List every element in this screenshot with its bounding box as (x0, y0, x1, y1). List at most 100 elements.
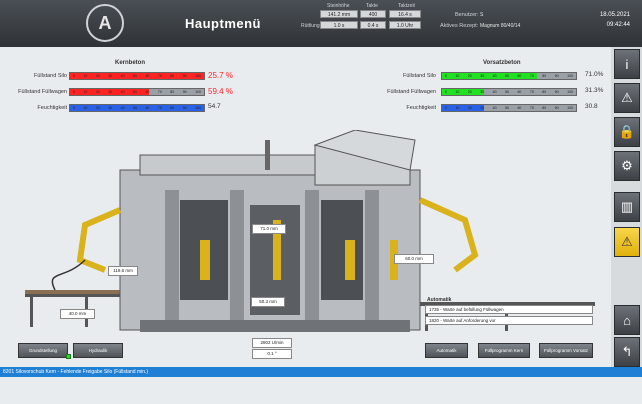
kernbeton-row-value: 54.7 (208, 103, 221, 110)
vibration-value-3: 1.0 Uhr (389, 21, 421, 29)
bottom-area (0, 377, 642, 404)
bar-tick-label: 0 (73, 90, 75, 94)
kernbeton-row-label: Feuchtigkeit (37, 105, 67, 111)
user-label: Benutzer: (455, 12, 479, 18)
status-bar: 8201 Silovorschub Kern - Fehlende Freiga… (0, 367, 642, 377)
bar-tick-label: 80 (542, 106, 547, 110)
back-icon[interactable]: ↰ (614, 337, 640, 367)
bar-tick-label: 10 (455, 90, 460, 94)
vibration-value-2: 0.4 s (360, 21, 386, 29)
kernbeton-row-label: Füllstand Füllwagen (18, 89, 67, 95)
time: 09:42:44 (606, 22, 630, 28)
bar-tick-label: 80 (170, 74, 175, 78)
vibration-value-1: 1.0 s (320, 21, 358, 29)
bar-tick-label: 60 (145, 90, 150, 94)
automatik-button[interactable]: Automatik (425, 343, 468, 358)
right-sidebar: i ⚠ 🔒 ⚙ ▥ ⚠ ⌂ ↰ (611, 47, 642, 367)
bar-tick-label: 90 (554, 106, 559, 110)
settings-icon[interactable]: ⚙ (614, 151, 640, 181)
bar-tick-label: 60 (517, 90, 522, 94)
bar-ticks: 0 10 20 30 40 50 60 70 80 90 100 (442, 105, 576, 111)
bar-tick-label: 30 (480, 74, 485, 78)
bar-tick-label: 0 (73, 106, 75, 110)
vibration-label: Rüttlung (301, 23, 320, 29)
bar-tick-label: 80 (542, 74, 547, 78)
bar-ticks: 0 10 20 30 40 50 60 70 80 90 100 (442, 73, 576, 79)
bar-tick-label: 40 (120, 74, 125, 78)
col-label-cycletime: Taktzeit (398, 3, 415, 9)
warning-icon[interactable]: ⚠ (614, 83, 640, 113)
bar-tick-label: 50 (133, 106, 137, 110)
value-v2: 60.0 mm (394, 254, 434, 264)
value-v3: 119.6 mm (108, 266, 138, 276)
recipe-label: Aktives Rezept: (440, 23, 479, 29)
bar-tick-label: 100 (195, 74, 201, 78)
bar-tick-label: 90 (554, 74, 559, 78)
bar-tick-label: 30 (108, 90, 113, 94)
lock-icon[interactable]: 🔒 (614, 117, 640, 147)
rpm-value: 2802 U/min (252, 338, 292, 348)
fuellprogramm-kern-button[interactable]: Füllprogramm Kern (478, 343, 530, 358)
bar-ticks: 0 10 20 30 40 50 60 70 80 90 100 (70, 73, 204, 79)
kernbeton-row-label: Füllstand Silo (33, 73, 67, 79)
vorsatzbeton-row-value: 71.0% (585, 71, 604, 78)
angle-value: 0.1 ° (252, 349, 292, 359)
bar-tick-label: 30 (480, 90, 485, 94)
bar-tick-label: 0 (445, 90, 447, 94)
bar-tick-label: 90 (554, 90, 559, 94)
cycles-value: 400 (360, 10, 386, 18)
bar-tick-label: 20 (95, 90, 100, 94)
bar-tick-label: 60 (145, 106, 150, 110)
bar-tick-label: 80 (170, 106, 175, 110)
bar-tick-label: 10 (455, 106, 460, 110)
bar-tick-label: 50 (505, 90, 509, 94)
home-icon[interactable]: ⌂ (614, 305, 640, 335)
kernbeton-level-bar: 0 10 20 30 40 50 60 70 80 90 100 (69, 72, 205, 80)
bar-tick-label: 10 (83, 74, 88, 78)
bar-tick-label: 100 (195, 106, 201, 110)
bar-ticks: 0 10 20 30 40 50 60 70 80 90 100 (442, 89, 576, 95)
vorsatzbeton-level-bar: 0 10 20 30 40 50 60 70 80 90 100 (441, 104, 577, 112)
grundstellung-indicator (66, 354, 71, 359)
bar-tick-label: 40 (492, 106, 497, 110)
logo-letter: A (98, 12, 112, 33)
bar-tick-label: 70 (529, 74, 534, 78)
vorsatzbeton-row-value: 31.3% (585, 87, 604, 94)
bar-tick-label: 40 (492, 90, 497, 94)
bar-tick-label: 40 (492, 74, 497, 78)
bar-tick-label: 0 (445, 106, 447, 110)
bar-tick-label: 100 (567, 106, 573, 110)
grundstellung-button[interactable]: Grundstellung (18, 343, 68, 358)
bar-tick-label: 80 (542, 90, 547, 94)
header-bar: A Hauptmenü Steinhöhe Takte Taktzeit 141… (0, 0, 642, 47)
bar-tick-label: 10 (83, 106, 88, 110)
logo-icon[interactable]: A (86, 4, 124, 42)
vorsatzbeton-title: Vorsatzbeton (483, 60, 521, 66)
value-v5: 40.0 mm (60, 309, 95, 319)
bar-tick-label: 40 (120, 90, 125, 94)
fuellprogramm-vorsatz-button[interactable]: Füllprogramm Vorsatz (539, 343, 593, 358)
bar-tick-label: 90 (182, 74, 187, 78)
bar-tick-label: 90 (182, 106, 187, 110)
bar-tick-label: 100 (195, 90, 201, 94)
bar-tick-label: 20 (467, 106, 472, 110)
machine-icon[interactable]: ▥ (614, 192, 640, 222)
hazard-icon[interactable]: ⚠ (614, 227, 640, 257)
date: 18.05.2021 (599, 12, 630, 18)
bar-tick-label: 100 (567, 90, 573, 94)
kernbeton-level-bar: 0 10 20 30 40 50 60 70 80 90 100 (69, 104, 205, 112)
bar-ticks: 0 10 20 30 40 50 60 70 80 90 100 (70, 89, 204, 95)
info-icon[interactable]: i (614, 49, 640, 79)
vorsatzbeton-level-bar: 0 10 20 30 40 50 60 70 80 90 100 (441, 88, 577, 96)
user-value: S (480, 12, 484, 18)
col-label-height: Steinhöhe (327, 3, 350, 9)
bar-tick-label: 50 (133, 74, 137, 78)
bar-tick-label: 10 (455, 74, 460, 78)
bar-tick-label: 10 (83, 90, 88, 94)
recipe-value: Magnum 80/40/14 (480, 23, 521, 29)
bar-tick-label: 100 (567, 74, 573, 78)
page-title: Hauptmenü (185, 16, 261, 31)
hydraulik-button[interactable]: Hydraulik (73, 343, 123, 358)
automatik-message-1: 1735 - Warte auf befüllung Füllwagen (425, 305, 593, 314)
bar-tick-label: 50 (505, 74, 509, 78)
